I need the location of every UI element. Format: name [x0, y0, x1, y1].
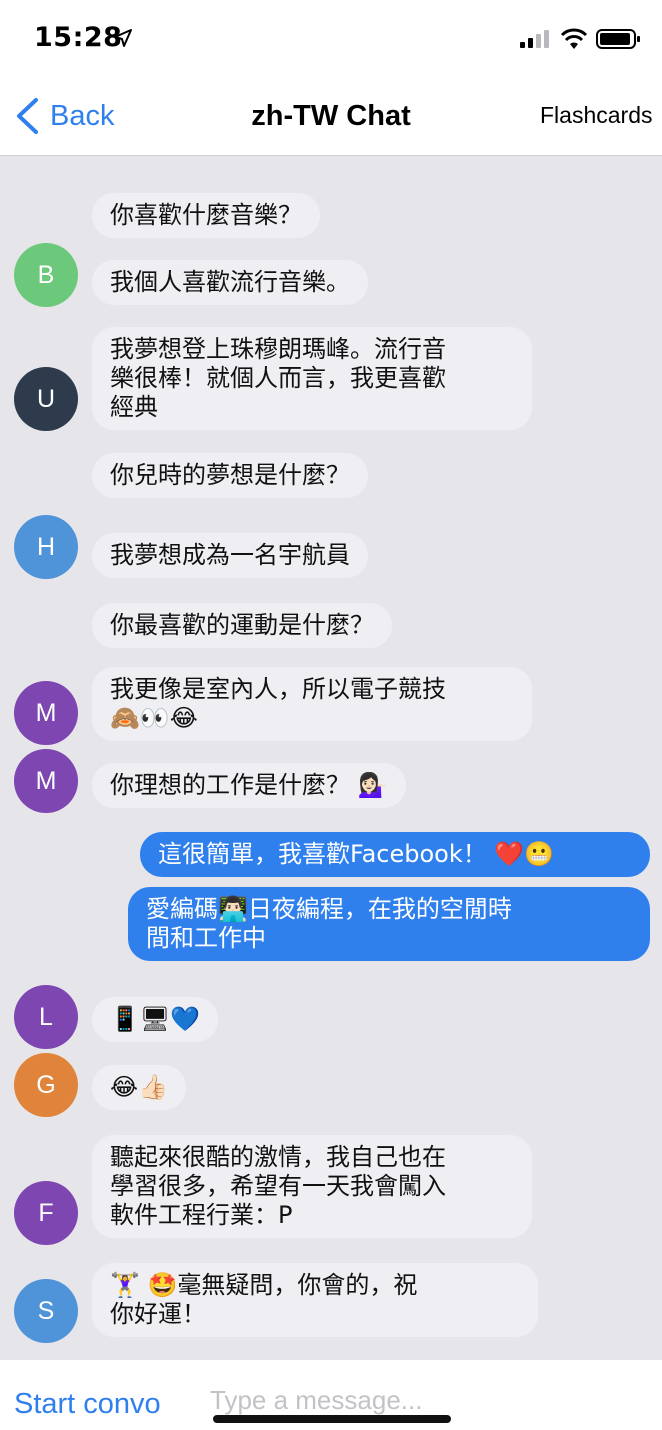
- message-bubble: 你兒時的夢想是什麼？: [92, 453, 368, 498]
- message-bubble: 你理想的工作是什麼？ 💁🏻‍♀️: [92, 763, 406, 808]
- message-bubble: 🏋️‍♀️ 🤩毫無疑問，你會的，祝 你好運！: [92, 1263, 538, 1337]
- message-text: 😂👍🏻: [110, 1073, 168, 1101]
- start-convo-button[interactable]: Start convo: [14, 1388, 161, 1421]
- avatar[interactable]: G: [14, 1053, 78, 1117]
- message-line: 經典: [110, 393, 158, 421]
- message-text: 我個人喜歡流行音樂。: [110, 268, 350, 296]
- message-text: 📱🖥💙: [110, 1005, 201, 1033]
- message-line: 我夢想登上珠穆朗瑪峰。流行音: [110, 335, 446, 363]
- message-bubble: 我個人喜歡流行音樂。: [92, 260, 368, 305]
- navigation-bar: Back zh-TW Chat Flashcards: [0, 80, 662, 156]
- avatar[interactable]: M: [14, 749, 78, 813]
- message-line: 聽起來很酷的激情，我自己也在: [110, 1143, 446, 1171]
- battery-icon: [596, 29, 640, 49]
- message-line: 愛編碼👨🏻‍💻日夜編程，在我的空閒時: [146, 895, 512, 923]
- location-arrow-icon: [114, 29, 132, 47]
- message-text: 你理想的工作是什麼？ 💁🏻‍♀️: [110, 771, 388, 799]
- message-bubble-outgoing: 愛編碼👨🏻‍💻日夜編程，在我的空閒時 間和工作中: [128, 887, 650, 961]
- avatar[interactable]: B: [14, 243, 78, 307]
- message-bubble: 你喜歡什麼音樂？: [92, 193, 320, 238]
- message-text: 你喜歡什麼音樂？: [110, 201, 302, 229]
- message-text: 我夢想成為一名宇航員: [110, 541, 350, 569]
- avatar[interactable]: L: [14, 985, 78, 1049]
- status-bar: 15:28: [0, 0, 662, 80]
- message-bubble: 📱🖥💙: [92, 997, 219, 1042]
- message-text: 你最喜歡的運動是什麼？: [110, 611, 374, 639]
- avatar[interactable]: F: [14, 1181, 78, 1245]
- avatar[interactable]: S: [14, 1279, 78, 1343]
- message-line: 我更像是室內人，所以電子競技: [110, 675, 446, 703]
- avatar[interactable]: U: [14, 367, 78, 431]
- message-line: 樂很棒！就個人而言，我更喜歡: [110, 364, 446, 392]
- avatar[interactable]: H: [14, 515, 78, 579]
- message-line: 學習很多，希望有一天我會闖入: [110, 1172, 446, 1200]
- message-bubble-outgoing: 這很簡單，我喜歡Facebook！ ❤️😬: [140, 832, 650, 877]
- message-line: 間和工作中: [146, 924, 266, 952]
- message-line: 軟件工程行業：P: [110, 1201, 293, 1229]
- message-bubble: 我更像是室內人，所以電子競技 🙈👀😂: [92, 667, 532, 741]
- message-line: 🙈👀😂: [110, 704, 198, 732]
- wifi-icon: [560, 28, 588, 49]
- flashcards-button[interactable]: Flashcards: [540, 102, 652, 129]
- status-time: 15:28: [34, 22, 123, 53]
- message-bubble: 我夢想登上珠穆朗瑪峰。流行音 樂很棒！就個人而言，我更喜歡 經典: [92, 327, 532, 430]
- cellular-signal-icon: [520, 30, 549, 48]
- message-bubble: 聽起來很酷的激情，我自己也在 學習很多，希望有一天我會闖入 軟件工程行業：P: [92, 1135, 532, 1238]
- message-bubble: 😂👍🏻: [92, 1065, 186, 1110]
- home-indicator[interactable]: [213, 1415, 451, 1423]
- message-input[interactable]: [210, 1380, 640, 1420]
- message-text: 你兒時的夢想是什麼？: [110, 461, 350, 489]
- message-bubble: 我夢想成為一名宇航員: [92, 533, 368, 578]
- avatar[interactable]: M: [14, 681, 78, 745]
- message-bubble: 你最喜歡的運動是什麼？: [92, 603, 392, 648]
- chat-messages: 你喜歡什麼音樂？ B 我個人喜歡流行音樂。 U 我夢想登上珠穆朗瑪峰。流行音 樂…: [0, 157, 662, 1360]
- message-line: 🏋️‍♀️ 🤩毫無疑問，你會的，祝: [110, 1271, 418, 1299]
- message-line: 你好運！: [110, 1300, 206, 1328]
- message-text: 這很簡單，我喜歡Facebook！ ❤️😬: [158, 840, 555, 868]
